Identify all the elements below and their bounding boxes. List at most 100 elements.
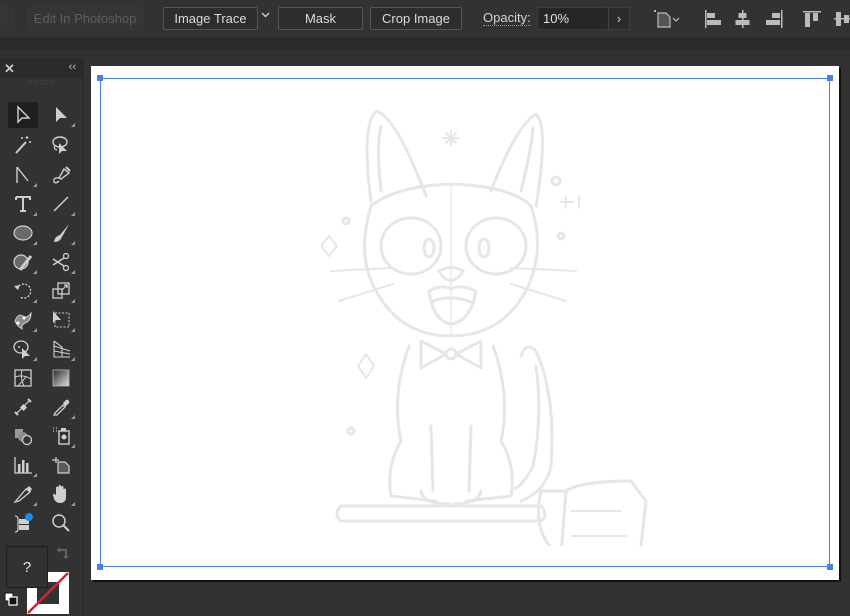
live-paint-bucket-icon [53, 427, 70, 445]
direct-selection-tool[interactable] [46, 102, 76, 128]
magic-wand-icon [15, 136, 31, 154]
slice-tool[interactable] [8, 481, 38, 507]
selection-bounding-box[interactable] [97, 75, 833, 570]
mask-button[interactable]: Mask [278, 7, 363, 30]
chevron-down-icon [261, 12, 270, 18]
line-segment-tool[interactable] [46, 191, 76, 217]
resize-handle-top-right[interactable] [827, 75, 833, 81]
paintbrush-icon [54, 224, 69, 242]
fill-swatch[interactable]: ? [6, 546, 48, 588]
artboard-placement-icon [654, 10, 680, 28]
rotate-icon [14, 283, 32, 299]
resize-handle-bottom-left[interactable] [97, 564, 103, 570]
tab-strip [0, 38, 850, 50]
resize-handle-top-left[interactable] [97, 75, 103, 81]
rotate-tool[interactable] [8, 278, 38, 304]
fill-stroke-area: ? [0, 546, 84, 616]
mesh-icon [14, 369, 32, 387]
scissors-icon [52, 252, 70, 272]
illustrator-window: Edit In Photoshop Image Trace Mask Crop … [0, 0, 850, 616]
edit-toolbar-icon [14, 513, 33, 533]
swap-fill-stroke-icon[interactable] [56, 546, 70, 560]
tools-panel-header: ✕ ‹‹ [0, 58, 84, 78]
align-left-icon [705, 10, 721, 28]
align-vertical-center-button[interactable] [832, 8, 850, 30]
puppet-warp-tool[interactable] [8, 307, 38, 333]
perspective-grid-tool[interactable] [46, 336, 76, 362]
pen-icon [53, 166, 71, 184]
edit-in-photoshop-button: Edit In Photoshop [27, 7, 143, 30]
hand-tool[interactable] [46, 481, 76, 507]
artboard-placement-button[interactable] [653, 8, 683, 30]
blend-icon [14, 398, 32, 416]
artboard[interactable] [91, 66, 839, 580]
align-vertical-center-icon [834, 12, 850, 26]
align-horizontal-center-button[interactable] [732, 8, 754, 30]
anchor-point-icon [16, 166, 29, 183]
symbol-sprayer-tool[interactable] [8, 423, 38, 449]
gradient-icon [52, 369, 70, 387]
anchor-point-tool[interactable] [8, 162, 38, 188]
scale-icon [52, 282, 70, 299]
line-segment-icon [53, 196, 69, 212]
symbol-sprayer-icon [15, 429, 33, 446]
gradient-tool[interactable] [46, 365, 76, 391]
live-paint-bucket-tool[interactable] [46, 423, 76, 449]
opacity-label[interactable]: Opacity: [483, 11, 531, 26]
magnifier-icon [52, 514, 70, 532]
puppet-warp-icon [14, 311, 32, 331]
canvas-area[interactable] [85, 50, 850, 616]
magic-wand-tool[interactable] [8, 132, 38, 158]
shape-builder-icon [13, 340, 30, 359]
direct-selection-arrow-icon [56, 107, 67, 122]
type-t-icon [15, 196, 31, 212]
ellipse-icon [13, 225, 33, 241]
control-bar: Edit In Photoshop Image Trace Mask Crop … [0, 0, 850, 38]
artboard-icon [52, 457, 70, 474]
paintbrush-tool[interactable] [46, 220, 76, 246]
image-trace-dropdown[interactable] [260, 9, 271, 23]
lasso-icon [52, 136, 68, 154]
align-horizontal-center-icon [735, 10, 750, 28]
opacity-input[interactable]: 10% [537, 7, 609, 30]
type-tool[interactable] [8, 191, 38, 217]
zoom-tool[interactable] [46, 510, 76, 536]
close-panel-icon[interactable]: ✕ [4, 61, 15, 77]
perspective-grid-icon [53, 340, 71, 358]
opacity-expand-button[interactable]: › [608, 7, 630, 30]
eyedropper-tool[interactable] [46, 394, 76, 420]
selection-tool[interactable] [8, 102, 38, 128]
free-transform-tool[interactable] [46, 307, 76, 333]
free-transform-icon [53, 311, 70, 328]
edit-toolbar-button[interactable] [8, 510, 38, 536]
artboard-tool[interactable] [46, 452, 76, 478]
image-trace-button[interactable]: Image Trace [163, 7, 258, 30]
hand-icon [53, 485, 66, 503]
collapse-panel-icon[interactable]: ‹‹ [69, 61, 76, 73]
scale-tool[interactable] [46, 278, 76, 304]
default-fill-stroke-icon[interactable] [4, 592, 18, 606]
pen-tool[interactable] [46, 162, 76, 188]
mesh-tool[interactable] [8, 365, 38, 391]
shaper-icon [13, 254, 33, 271]
align-right-icon [766, 10, 783, 28]
shape-builder-tool[interactable] [8, 336, 38, 362]
slice-knife-icon [13, 486, 32, 504]
blend-tool[interactable] [8, 394, 38, 420]
selection-arrow-icon [17, 105, 31, 124]
previous-control-button [0, 7, 14, 30]
resize-handle-bottom-right[interactable] [827, 564, 833, 570]
tools-panel-grip[interactable]: TOOLS [0, 80, 84, 87]
align-top-icon [803, 11, 821, 27]
align-right-button[interactable] [764, 8, 786, 30]
ellipse-tool[interactable] [8, 220, 38, 246]
column-graph-icon [14, 457, 32, 474]
scissors-tool[interactable] [46, 249, 76, 275]
shaper-tool[interactable] [8, 249, 38, 275]
crop-image-button[interactable]: Crop Image [370, 7, 462, 30]
lasso-tool[interactable] [46, 132, 76, 158]
align-left-button[interactable] [702, 8, 724, 30]
align-top-button[interactable] [801, 8, 823, 30]
column-graph-tool[interactable] [8, 452, 38, 478]
tools-panel: ✕ ‹‹ TOOLS ? [0, 58, 84, 616]
